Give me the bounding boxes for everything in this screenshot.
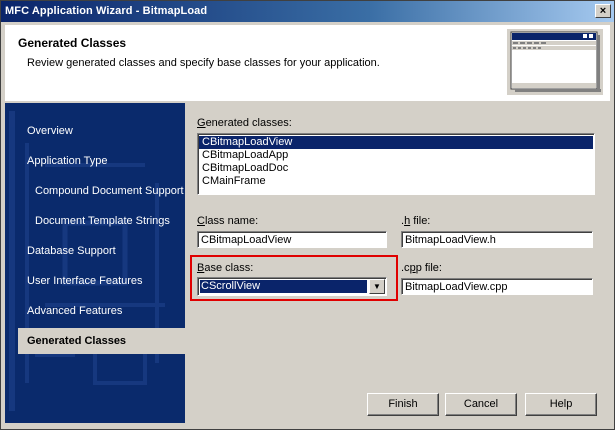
class-name-label: Class name: xyxy=(197,215,259,227)
nav-item-advanced-features[interactable]: Advanced Features xyxy=(5,299,185,323)
nav-item-application-type[interactable]: Application Type xyxy=(5,149,185,173)
generated-classes-list[interactable]: CBitmapLoadView CBitmapLoadApp CBitmapLo… xyxy=(197,133,595,195)
window-title: MFC Application Wizard - BitmapLoad xyxy=(5,5,208,17)
list-item[interactable]: CBitmapLoadView xyxy=(199,136,593,149)
nav-item-document-template-strings[interactable]: Document Template Strings xyxy=(5,209,185,233)
cpp-file-input[interactable]: BitmapLoadView.cpp xyxy=(401,278,593,295)
nav-item-overview[interactable]: Overview xyxy=(5,119,185,143)
page-title: Generated Classes xyxy=(18,36,127,50)
generated-classes-label: Generated classes: xyxy=(197,117,292,129)
nav-item-compound-document-support[interactable]: Compound Document Support xyxy=(5,179,185,203)
wizard-content: Generated classes: CBitmapLoadView CBitm… xyxy=(185,103,610,381)
wizard-navigation: Overview Application Type Compound Docum… xyxy=(5,103,185,423)
finish-button[interactable]: Finish xyxy=(367,393,439,416)
class-name-input[interactable]: CBitmapLoadView xyxy=(197,231,387,248)
close-icon: × xyxy=(599,5,607,17)
close-button[interactable]: × xyxy=(595,4,611,18)
nav-item-database-support[interactable]: Database Support xyxy=(5,239,185,263)
h-file-label: .h file: xyxy=(401,215,431,227)
list-item[interactable]: CBitmapLoadDoc xyxy=(199,162,593,175)
help-button[interactable]: Help xyxy=(525,393,597,416)
wizard-window-icon xyxy=(507,29,603,95)
title-bar[interactable]: MFC Application Wizard - BitmapLoad × xyxy=(1,1,614,22)
wizard-header: Generated Classes Review generated class… xyxy=(5,25,610,101)
page-subtitle: Review generated classes and specify bas… xyxy=(27,57,380,69)
base-class-highlight-box xyxy=(190,255,398,301)
cancel-button[interactable]: Cancel xyxy=(445,393,517,416)
wizard-window: MFC Application Wizard - BitmapLoad × Ge… xyxy=(0,0,615,430)
cpp-file-label: .cpp file: xyxy=(401,262,442,274)
h-file-input[interactable]: BitmapLoadView.h xyxy=(401,231,593,248)
nav-item-user-interface-features[interactable]: User Interface Features xyxy=(5,269,185,293)
nav-item-generated-classes[interactable]: Generated Classes xyxy=(18,328,185,354)
list-item[interactable]: CBitmapLoadApp xyxy=(199,149,593,162)
list-item[interactable]: CMainFrame xyxy=(199,175,593,188)
